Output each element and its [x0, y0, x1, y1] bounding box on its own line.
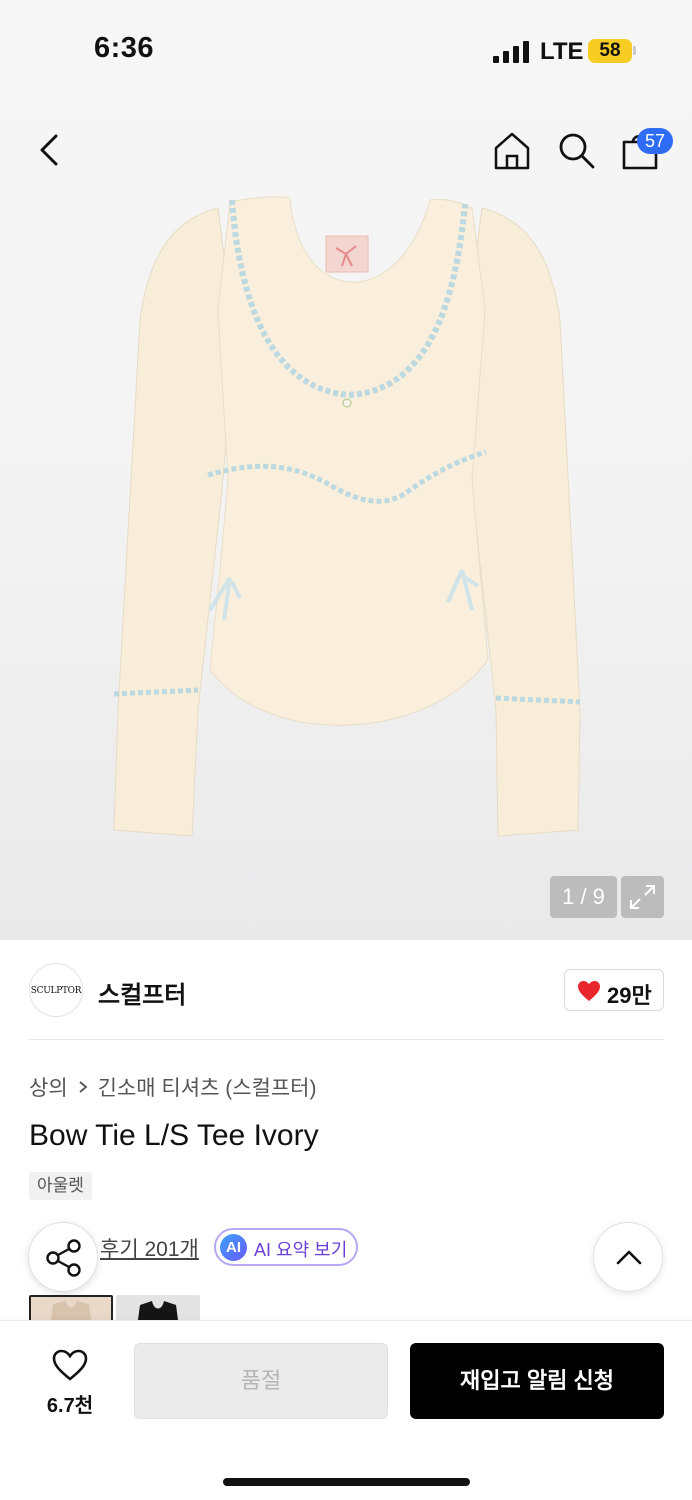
breadcrumb-category[interactable]: 상의 [29, 1072, 68, 1102]
restock-alert-button[interactable]: 재입고 알림 신청 [410, 1343, 664, 1419]
home-icon[interactable] [492, 130, 532, 170]
soldout-button: 품절 [134, 1343, 388, 1419]
status-time: 6:36 [94, 32, 155, 64]
brand-like-count: 29만 [607, 983, 652, 1008]
review-link[interactable]: 후기 201개 [100, 1233, 199, 1263]
back-icon[interactable] [32, 132, 68, 168]
expand-icon [630, 885, 655, 909]
heart-outline-icon [52, 1349, 88, 1381]
wishlist-count: 6.7천 [46, 1395, 94, 1417]
breadcrumb: 상의 긴소매 티셔츠 (스컬프터) [29, 1072, 317, 1102]
brand-name[interactable]: 스컬프터 [98, 975, 186, 1010]
ai-icon: AI [220, 1234, 247, 1261]
status-bar: 6:36 LTE 58 [0, 0, 692, 100]
brand-like-button[interactable]: 29만 [564, 969, 664, 1011]
ai-summary-label: AI 요약 보기 [254, 1240, 348, 1260]
expand-button[interactable] [621, 876, 664, 918]
network-label: LTE [540, 38, 584, 65]
cart-count-badge: 57 [637, 128, 673, 154]
bottom-action-bar: 6.7천 품절 재입고 알림 신청 [0, 1320, 692, 1500]
share-icon [46, 1239, 81, 1277]
share-button[interactable] [28, 1222, 98, 1292]
brand-logo[interactable]: SCULPTOR [29, 963, 83, 1017]
scroll-top-button[interactable] [593, 1222, 663, 1292]
search-icon[interactable] [556, 130, 596, 170]
signal-icon [493, 41, 529, 63]
battery-tip [633, 46, 636, 55]
product-title: Bow Tie L/S Tee Ivory [29, 1119, 319, 1152]
ai-summary-button[interactable]: AI AI 요약 보기 [214, 1228, 358, 1266]
divider [29, 1039, 664, 1040]
product-image[interactable] [100, 190, 600, 850]
image-counter: 1 / 9 [550, 876, 617, 918]
wishlist-button[interactable]: 6.7천 [30, 1345, 110, 1417]
brand-logo-text: SCULPTOR [30, 986, 82, 996]
chevron-up-icon [616, 1250, 642, 1265]
chevron-right-icon [79, 1081, 88, 1093]
outlet-tag: 아울렛 [29, 1172, 92, 1200]
home-indicator [223, 1478, 470, 1486]
battery-icon: 58 [588, 39, 632, 63]
top-nav [0, 120, 692, 180]
heart-filled-icon [578, 981, 600, 1001]
breadcrumb-subcategory[interactable]: 긴소매 티셔츠 (스컬프터) [98, 1072, 317, 1102]
